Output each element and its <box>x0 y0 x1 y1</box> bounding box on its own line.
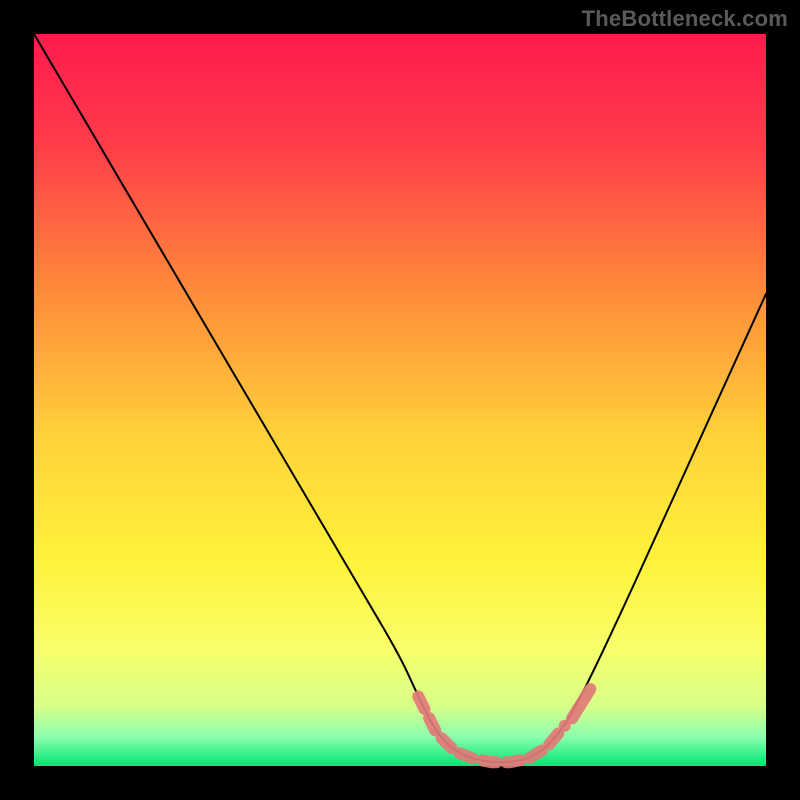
bottleneck-chart <box>0 0 800 800</box>
watermark-text: TheBottleneck.com <box>582 6 788 32</box>
chart-stage: TheBottleneck.com <box>0 0 800 800</box>
